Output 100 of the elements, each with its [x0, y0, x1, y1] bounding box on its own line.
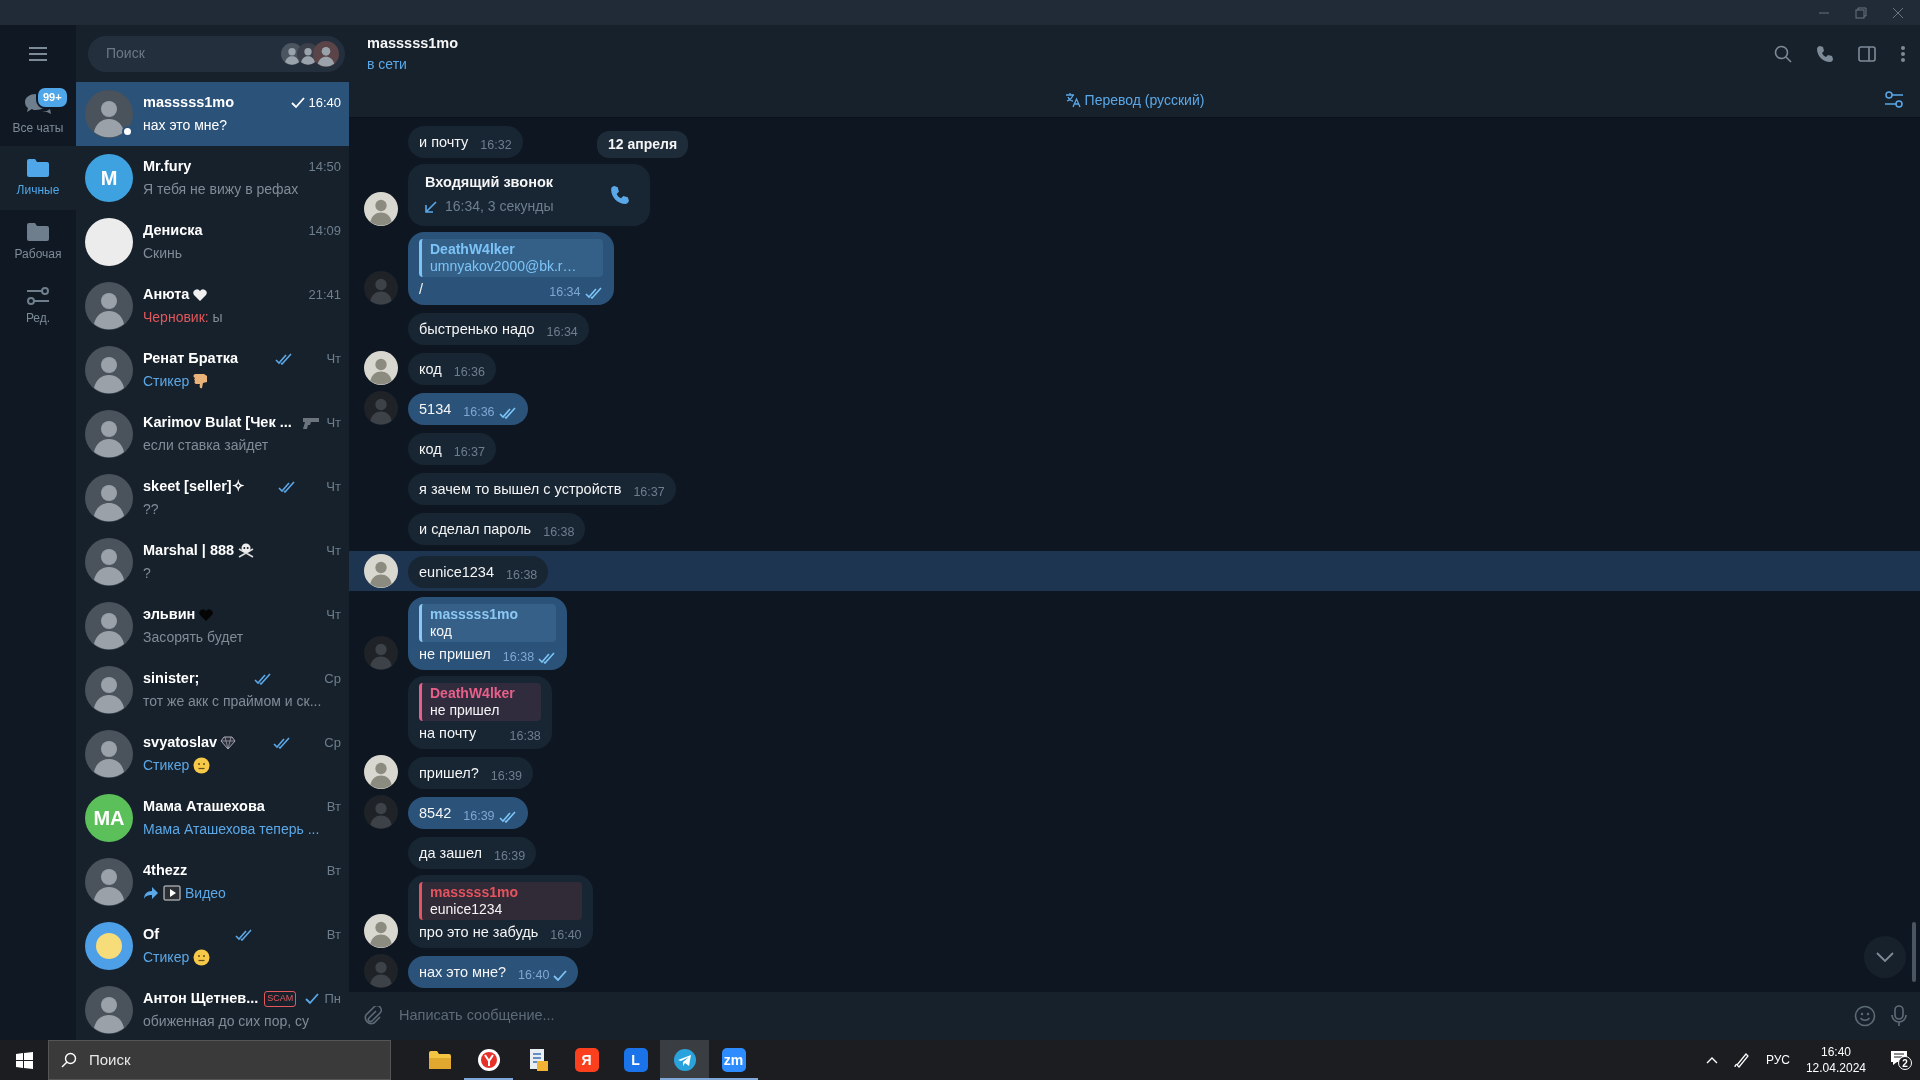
language-indicator[interactable]: РУС: [1765, 1052, 1790, 1068]
message-time: 16:39: [493, 848, 526, 866]
folder-icon: [26, 157, 50, 178]
message-text: да зашел: [419, 844, 482, 863]
message-time: 16:37: [453, 444, 485, 462]
message-text: не пришел: [419, 645, 491, 664]
taskbar-app-button[interactable]: L: [611, 1040, 660, 1080]
avatar: [85, 858, 133, 906]
message-text: код: [419, 440, 442, 459]
chat-item[interactable]: svyatoslav Ср Стикер: [76, 722, 349, 786]
windows-start-icon[interactable]: [15, 1051, 33, 1069]
chat-item[interactable]: Ренат Братка Чт Стикер: [76, 338, 349, 402]
chat-item[interactable]: 4thezz Вт Видео: [76, 850, 349, 914]
search-icon[interactable]: [1774, 45, 1792, 63]
chat-name: svyatoslav: [143, 733, 218, 753]
chat-name: Karimov Bulat [Чек ...: [143, 413, 292, 433]
chat-name: Mr.fury: [143, 157, 192, 177]
avatar: [364, 391, 398, 425]
taskbar-search-input[interactable]: Поиск: [87, 1047, 367, 1073]
reply-text: не пришел: [430, 702, 501, 719]
chat-item[interactable]: M Mr.fury 14:50 Я тебя не вижу в рефах: [76, 146, 349, 210]
chat-item[interactable]: Анюта 21:41 Черновик: ы: [76, 274, 349, 338]
folder-tab[interactable]: Ред.: [0, 274, 76, 338]
message-text: /: [419, 280, 424, 299]
taskbar-search-field[interactable]: Поиск: [48, 1040, 391, 1080]
translate-button[interactable]: Перевод (русский): [1063, 88, 1206, 112]
reply-author: DeathW4lker: [430, 241, 516, 258]
chat-time: Пн: [324, 990, 341, 1009]
reply-quote[interactable]: DeathW4lker не пришел: [419, 683, 541, 721]
avatar: [85, 282, 133, 330]
call-title: Входящий звонок: [425, 173, 554, 192]
scroll-down-button[interactable]: [1864, 936, 1906, 978]
reply-link[interactable]: umnyakov2000@bk.r…: [430, 258, 577, 275]
more-icon[interactable]: [1900, 45, 1906, 63]
avatar: [364, 795, 398, 829]
microphone-icon[interactable]: [1890, 1005, 1908, 1027]
chat-name: Marshal | 888: [143, 541, 235, 561]
chat-item[interactable]: MA Мама Аташехова Вт Мама Аташехова теперь ...: [76, 786, 349, 850]
phone-icon[interactable]: [609, 185, 630, 205]
chat-item[interactable]: Of Вт Стикер: [76, 914, 349, 978]
chat-preview: нах это мне?: [143, 115, 228, 135]
chat-preview: Черновик: ы: [143, 307, 223, 327]
chat-item[interactable]: skeet [seller]✧ Чт ??: [76, 466, 349, 530]
reply-author: DeathW4lker: [430, 685, 515, 702]
search-input[interactable]: Поиск: [104, 42, 264, 65]
scam-badge: SCAM: [264, 991, 297, 1007]
search-field[interactable]: Поиск: [88, 35, 345, 72]
message-text: быстренько надо: [419, 320, 535, 339]
chat-name: masssss1mo: [143, 93, 235, 113]
unread-badge: 99+: [36, 86, 69, 109]
chevron-down-icon: [1876, 952, 1894, 962]
reply-text: код: [430, 623, 453, 640]
avatar: [364, 954, 398, 988]
emoji-icon[interactable]: [1854, 1005, 1876, 1027]
sidebar-icon[interactable]: [1858, 46, 1876, 62]
avatar: [85, 346, 133, 394]
chat-time: Ср: [324, 734, 341, 753]
chat-item[interactable]: Karimov Bulat [Чек ... Чт если ставка зайдет: [76, 402, 349, 466]
contact-name: masssss1mo: [367, 33, 459, 53]
paper-plane-icon: [672, 1048, 697, 1072]
chat-name: sinister;: [143, 669, 200, 689]
story-avatar[interactable]: [313, 40, 339, 67]
chat-item[interactable]: Антон Щетнев... SCAM Пн обиженная до сих пор, су: [76, 978, 349, 1040]
folder-tab[interactable]: Все чаты 99+: [0, 82, 76, 146]
close-icon[interactable]: [1891, 6, 1904, 19]
chat-preview: обиженная до сих пор, су: [143, 1011, 309, 1031]
taskbar-app-button[interactable]: Я: [562, 1040, 611, 1080]
reply-quote[interactable]: masssss1mo eunice1234: [419, 882, 582, 920]
phone-icon[interactable]: [1816, 45, 1834, 63]
chat-preview: Стикер: [143, 947, 190, 967]
folder-tab[interactable]: Личные: [0, 146, 76, 210]
chat-item[interactable]: эльвин Чт Засорять будет: [76, 594, 349, 658]
clock[interactable]: 16:40 12.04.2024: [1805, 1044, 1866, 1076]
selected-message-row[interactable]: eunice1234 16:38: [349, 551, 1920, 591]
pen-icon[interactable]: [1733, 1052, 1750, 1068]
reply-quote[interactable]: DeathW4lker umnyakov2000@bk.r…: [419, 239, 603, 277]
chat-item[interactable]: masssss1mo 16:40 нах это мне?: [76, 82, 349, 146]
message-text: я зачем то вышел с устройств: [419, 480, 622, 499]
attach-icon[interactable]: [363, 1006, 383, 1026]
message-input[interactable]: Написать сообщение...: [397, 1004, 1840, 1028]
chat-name: эльвин: [143, 605, 196, 625]
avatar: [85, 602, 133, 650]
chat-item[interactable]: Marshal | 888 Чт ?: [76, 530, 349, 594]
message-time: 16:34: [549, 284, 581, 302]
reply-quote[interactable]: masssss1mo код: [419, 604, 557, 642]
taskbar-app-button[interactable]: [660, 1040, 709, 1080]
chat-time: Чт: [326, 350, 341, 369]
settings-icon[interactable]: [1884, 91, 1904, 109]
folder-tab[interactable]: Рабочая: [0, 210, 76, 274]
chat-item[interactable]: sinister; Ср тот же акк с праймом и ск...: [76, 658, 349, 722]
translate-icon: [1064, 92, 1081, 108]
scrollbar-thumb[interactable]: [1912, 922, 1916, 982]
avatar: [85, 730, 133, 778]
chevron-up-icon[interactable]: [1705, 1056, 1718, 1064]
folder-icon: [427, 1050, 452, 1070]
avatar: [364, 351, 398, 385]
menu-icon[interactable]: [29, 46, 47, 61]
chat-item[interactable]: Дениска 14:09 Скинь: [76, 210, 349, 274]
reply-author: masssss1mo: [430, 606, 519, 623]
notifications-button[interactable]: 2: [1890, 1050, 1912, 1070]
